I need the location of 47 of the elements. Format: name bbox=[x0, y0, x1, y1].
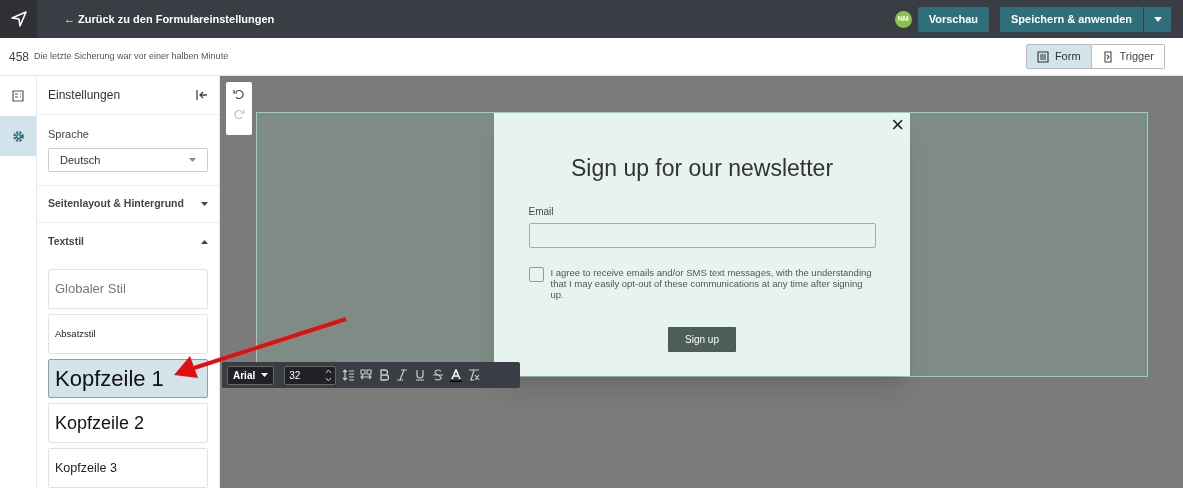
text-style-option[interactable]: Absatzstil bbox=[48, 314, 208, 354]
language-select[interactable]: Deutsch bbox=[48, 148, 208, 172]
letter-spacing-icon[interactable] bbox=[360, 369, 373, 381]
paper-plane-icon bbox=[9, 10, 28, 28]
panel-title: Einstellungen bbox=[48, 86, 121, 104]
strikethrough-icon[interactable] bbox=[432, 369, 445, 381]
caret-icon bbox=[1153, 16, 1162, 22]
form-icon bbox=[1036, 50, 1049, 63]
consent-checkbox[interactable] bbox=[528, 266, 544, 282]
form-icon bbox=[12, 90, 24, 102]
text-style-option[interactable]: Kopfzeile 1 bbox=[48, 359, 208, 398]
logo-tile[interactable] bbox=[0, 0, 37, 38]
text-style-option[interactable]: Globaler Stil bbox=[48, 269, 208, 309]
caret-icon bbox=[189, 158, 196, 162]
collapse-panel-icon[interactable] bbox=[196, 89, 208, 100]
italic-icon[interactable] bbox=[396, 369, 409, 381]
email-field[interactable] bbox=[528, 222, 876, 248]
underline-icon[interactable] bbox=[414, 369, 427, 381]
save-button[interactable]: Speichern & anwenden bbox=[999, 6, 1143, 32]
font-size-field[interactable]: 32 bbox=[284, 365, 337, 385]
save-options-button[interactable] bbox=[1144, 6, 1171, 32]
popup-title: Sign up for our newsletter bbox=[570, 154, 834, 183]
clear-format-icon[interactable] bbox=[468, 369, 481, 381]
sign-up-button[interactable]: Sign up bbox=[668, 326, 736, 352]
view-tab[interactable]: Trigger bbox=[1091, 44, 1165, 69]
character-count: 458 bbox=[9, 48, 30, 66]
field-label: Sprache bbox=[48, 126, 90, 142]
preview-button[interactable]: Vorschau bbox=[917, 6, 989, 32]
line-height-icon[interactable] bbox=[342, 369, 355, 381]
section-header[interactable]: Textstil bbox=[37, 223, 219, 260]
bold-icon[interactable] bbox=[378, 369, 391, 381]
text-style-option[interactable]: Kopfzeile 3 bbox=[48, 448, 208, 488]
close-button[interactable]: × bbox=[891, 113, 904, 137]
text-color-icon[interactable] bbox=[450, 368, 463, 382]
settings-icon bbox=[11, 129, 25, 143]
font-select[interactable]: Arial bbox=[227, 365, 275, 385]
trigger-icon bbox=[1101, 50, 1114, 63]
stepper-icon[interactable] bbox=[325, 368, 333, 382]
save-status: Die letzte Sicherung war vor einer halben Minute bbox=[34, 49, 229, 63]
field-label: Email bbox=[528, 204, 555, 219]
section-header[interactable]: Seitenlayout & Hintergrund bbox=[37, 186, 219, 223]
consent-text: I agree to receive emails and/or SMS text messages, with the understanding that I may easily opt-out of these communications at any time after signing up. bbox=[550, 266, 873, 300]
text-style-option[interactable]: Kopfzeile 2 bbox=[48, 403, 208, 443]
back-link[interactable]: ← Zurück zu den Formulareinstellungen bbox=[64, 10, 275, 28]
caret-icon bbox=[261, 373, 269, 377]
undo-icon[interactable] bbox=[233, 88, 245, 100]
view-tab[interactable]: Form bbox=[1025, 44, 1092, 69]
